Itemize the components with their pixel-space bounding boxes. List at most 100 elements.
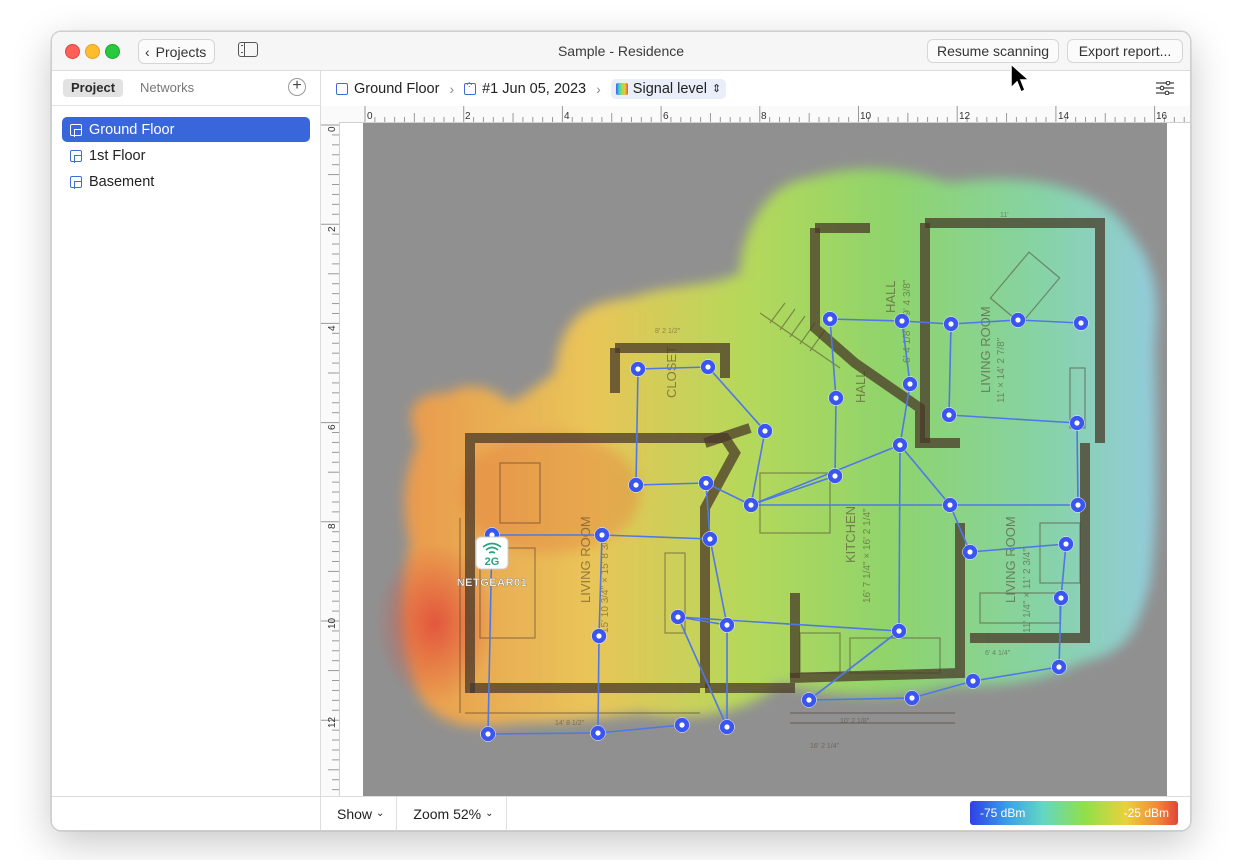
sidebar-item-ground-floor[interactable]: Ground Floor — [62, 117, 310, 142]
legend-max-label: -25 dBm — [1123, 806, 1169, 820]
visualization-selector[interactable]: Signal level ⇕ — [610, 78, 727, 99]
scan-point-center — [967, 549, 973, 555]
scan-point-center — [909, 695, 915, 701]
add-floor-button[interactable]: + — [288, 78, 306, 96]
chevron-down-icon: ⌄ — [485, 808, 494, 819]
scan-point-center — [946, 412, 952, 418]
sidebar-segment-bar: Project Networks + — [52, 71, 320, 106]
floor-plan-icon — [70, 149, 82, 163]
ruler-label: 6 — [327, 424, 338, 430]
scan-point-center — [485, 731, 491, 737]
scan-icon — [464, 80, 477, 95]
ruler-label: 10 — [860, 111, 872, 122]
scan-point-center — [596, 633, 602, 639]
floor-plan-icon — [70, 175, 82, 189]
resume-scanning-button[interactable]: Resume scanning — [927, 39, 1059, 63]
scan-point-center — [703, 480, 709, 486]
ruler-label: 14 — [1058, 111, 1070, 122]
ruler-label: 2 — [465, 111, 471, 122]
ruler-label: 6 — [663, 111, 669, 122]
room-label: LIVING ROOM — [1003, 516, 1018, 603]
main-content: Ground Floor › #1 Jun 05, 2023 › Signal … — [321, 71, 1190, 830]
scan-point-center — [748, 502, 754, 508]
scan-point-center — [1075, 502, 1081, 508]
dimension-label: 8' 2 1/2" — [655, 328, 681, 335]
signal-heatmap-icon — [615, 82, 628, 95]
scan-point-center — [595, 730, 601, 736]
scan-point-center — [832, 473, 838, 479]
zoom-menu-button[interactable]: Zoom 52% ⌄ — [397, 797, 507, 830]
dimension-label: 16' 7 1/4" × 16' 2 1/4" — [862, 508, 873, 603]
room-label: LIVING ROOM — [978, 306, 993, 393]
scan-point-center — [806, 697, 812, 703]
updown-chevron-icon: ⇕ — [711, 83, 722, 95]
ruler-vertical: 0 2 4 6 8 10 12 — [321, 122, 340, 798]
sidebar-item-1st-floor[interactable]: 1st Floor — [62, 143, 310, 168]
scan-point-center — [948, 321, 954, 327]
sidebar-item-basement[interactable]: Basement — [62, 169, 310, 194]
floor-plan-icon — [336, 82, 348, 95]
sliders-icon[interactable] — [1156, 81, 1174, 95]
room-label: HALL — [883, 280, 898, 313]
dimension-label: 16' 2 1/4" — [810, 743, 840, 750]
legend-min-label: -75 dBm — [980, 806, 1026, 820]
scan-point-center — [679, 722, 685, 728]
floor-label: Ground Floor — [89, 121, 175, 138]
ruler-label: 12 — [959, 111, 971, 122]
scan-point-center — [635, 366, 641, 372]
ruler-label: 0 — [367, 111, 373, 122]
band-badge: 2G — [485, 556, 500, 568]
scan-point-center — [899, 318, 905, 324]
heatmap-svg: LIVING ROOM KITCHEN LIVING ROOM LIVING R… — [375, 168, 1157, 750]
room-label: LIVING ROOM — [578, 516, 593, 603]
ruler-label: 16 — [1156, 111, 1168, 122]
ruler-label: 0 — [327, 126, 338, 132]
scan-point-center — [1074, 420, 1080, 426]
scan-point-center — [1063, 541, 1069, 547]
scan-path-segment — [834, 397, 837, 477]
dimension-label: 6' 4 1/4" — [985, 650, 1011, 657]
scan-path-segment — [597, 724, 683, 734]
scan-point-center — [907, 381, 913, 387]
floor-label: Basement — [89, 173, 155, 190]
scan-point-center — [675, 614, 681, 620]
show-label: Show — [337, 805, 373, 822]
mouse-cursor-icon — [1010, 62, 1031, 94]
floor-plan-icon — [70, 123, 82, 137]
scan-path-segment — [898, 444, 901, 632]
tab-networks[interactable]: Networks — [132, 79, 202, 97]
ruler-label: 2 — [327, 226, 338, 232]
scan-point-center — [707, 536, 713, 542]
app-window: ‹ Projects Sample - Residence Resume sca… — [51, 31, 1191, 831]
breadcrumb: Ground Floor › #1 Jun 05, 2023 › Signal … — [321, 71, 1190, 106]
room-label: KITCHEN — [843, 506, 858, 563]
scan-path-segment — [487, 732, 599, 735]
dimension-label: 11' 1/4" × 11' 2 3/4" — [1022, 548, 1033, 633]
scan-path-segment — [597, 635, 600, 734]
chevron-down-icon: ⌄ — [376, 808, 385, 819]
tab-project[interactable]: Project — [63, 79, 124, 97]
bottom-toolbar: Show ⌄ Zoom 52% ⌄ -75 dBm -25 dBm — [321, 796, 1190, 830]
zoom-label: Zoom 52% — [413, 805, 482, 822]
room-label: HALL — [853, 370, 868, 403]
scan-point-center — [833, 395, 839, 401]
ruler-label: 4 — [327, 325, 338, 331]
breadcrumb-floor[interactable]: Ground Floor — [354, 81, 439, 97]
floor-label: 1st Floor — [89, 147, 146, 164]
scan-point-center — [1015, 317, 1021, 323]
ruler-horizontal: 0 2 4 6 8 10 12 14 16 — [321, 106, 1190, 123]
scan-point-center — [762, 428, 768, 434]
floor-plan-canvas[interactable]: LIVING ROOM KITCHEN LIVING ROOM LIVING R… — [340, 123, 1190, 797]
access-point-name: NETGEAR01 — [457, 577, 528, 589]
scan-point-center — [970, 678, 976, 684]
breadcrumb-scan[interactable]: #1 Jun 05, 2023 — [482, 81, 586, 97]
scan-point-center — [1078, 320, 1084, 326]
dimension-label: 14' 8 1/2" — [555, 720, 585, 727]
ruler-label: 10 — [327, 617, 338, 629]
scan-point-center — [633, 482, 639, 488]
scan-point-center — [947, 502, 953, 508]
scan-point-center — [827, 316, 833, 322]
show-menu-button[interactable]: Show ⌄ — [321, 797, 398, 830]
export-report-button[interactable]: Export report... — [1067, 39, 1183, 63]
ruler-label: 8 — [761, 111, 767, 122]
